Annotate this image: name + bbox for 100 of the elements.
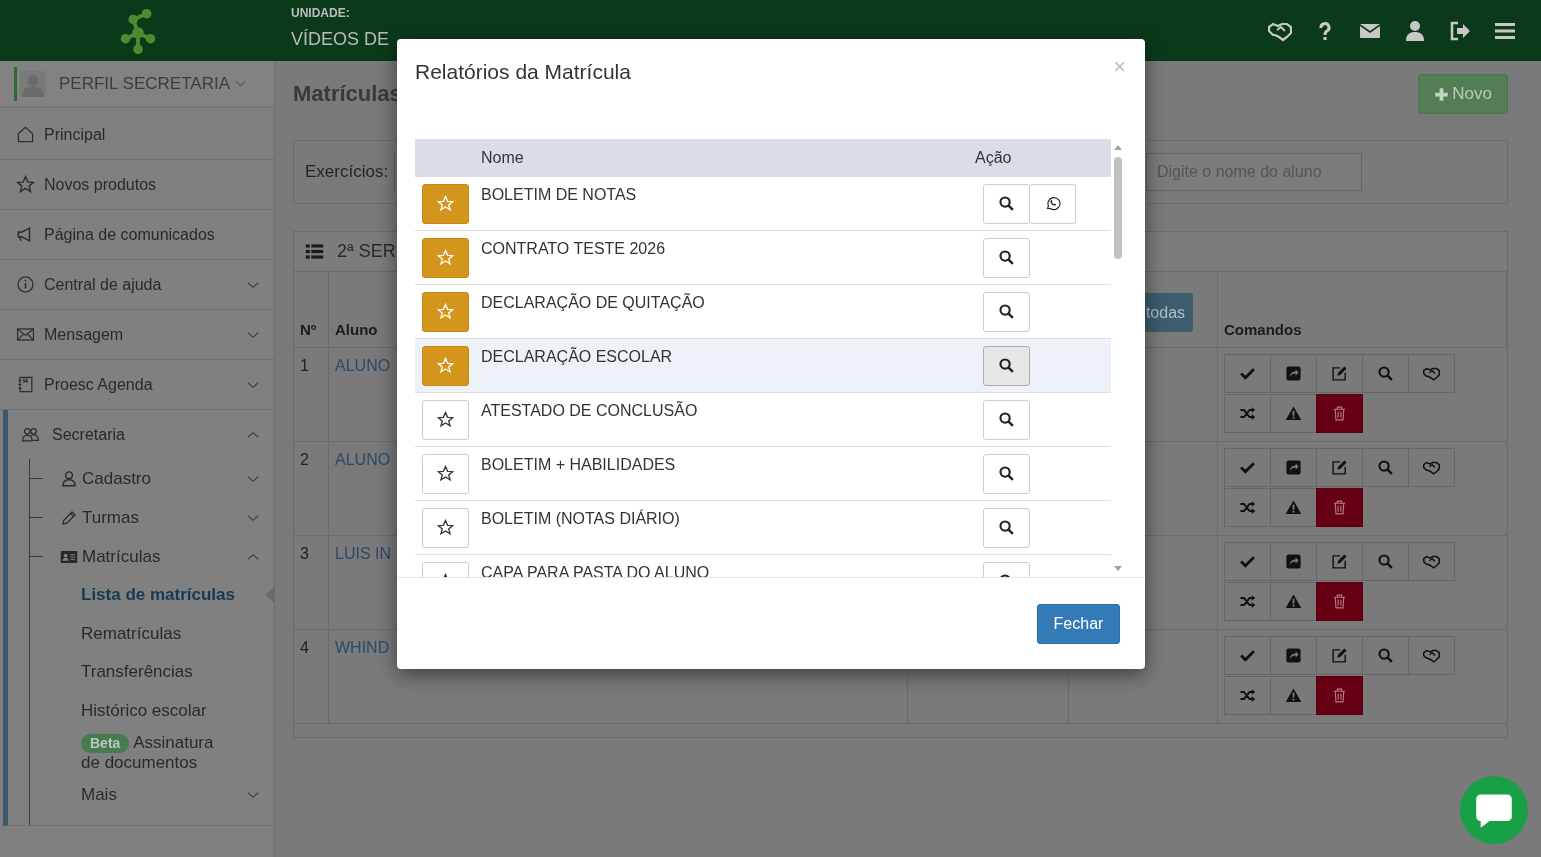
whatsapp-button[interactable] — [1029, 183, 1076, 224]
shuffle-button[interactable] — [1224, 582, 1271, 621]
search-button[interactable] — [1362, 542, 1409, 581]
nav-item[interactable]: Cadastro — [30, 459, 274, 498]
trash-icon — [1331, 593, 1348, 610]
edit-button[interactable] — [1316, 448, 1363, 487]
check-button[interactable] — [1224, 636, 1271, 675]
share-button[interactable] — [1270, 636, 1317, 675]
student-link[interactable]: WHIND — [335, 639, 390, 656]
view-button[interactable] — [983, 291, 1030, 332]
search-icon — [1377, 459, 1394, 476]
warning-button[interactable] — [1270, 676, 1317, 715]
view-button[interactable] — [983, 237, 1030, 278]
warning-icon — [1285, 405, 1302, 422]
shuffle-button[interactable] — [1224, 394, 1271, 433]
handshake-button[interactable] — [1408, 636, 1455, 675]
trash-icon — [1331, 499, 1348, 516]
edit-button[interactable] — [1316, 636, 1363, 675]
favorite-button[interactable] — [422, 453, 469, 494]
favorite-button[interactable] — [422, 507, 469, 548]
report-row[interactable]: DECLARAÇÃO ESCOLAR — [415, 339, 1111, 393]
view-button[interactable] — [983, 345, 1030, 386]
share-icon — [1285, 365, 1302, 382]
trash-button[interactable] — [1316, 582, 1363, 621]
edit-icon — [1331, 365, 1348, 382]
search-button[interactable] — [1362, 354, 1409, 393]
nav-item[interactable]: Secretaria — [8, 410, 274, 459]
edit-icon — [1331, 647, 1348, 664]
share-button[interactable] — [1270, 354, 1317, 393]
plus-icon — [1434, 86, 1450, 102]
trash-icon — [1331, 687, 1348, 704]
nav-item[interactable]: Novos produtos — [0, 160, 274, 209]
handshake-button[interactable] — [1408, 354, 1455, 393]
search-button[interactable] — [1362, 636, 1409, 675]
nav-link[interactable]: Beta Assinatura de documentos — [81, 730, 260, 776]
student-link[interactable]: ALUNO — [335, 451, 391, 468]
nav-item[interactable]: Página de comunicados — [0, 210, 274, 259]
nav-item[interactable]: Principal — [0, 110, 274, 159]
share-button[interactable] — [1270, 448, 1317, 487]
beta-badge: Beta — [81, 734, 130, 753]
share-button[interactable] — [1270, 542, 1317, 581]
nav-item[interactable]: Histórico escolar — [30, 691, 274, 730]
edit-button[interactable] — [1316, 542, 1363, 581]
nav-item[interactable]: Proesc Agenda — [0, 360, 274, 409]
nav-item[interactable]: Mais — [30, 776, 274, 815]
search-icon — [1377, 647, 1394, 664]
user-button[interactable] — [1403, 18, 1427, 43]
close-button[interactable]: × — [1113, 55, 1126, 79]
handshake-icon — [1423, 553, 1440, 570]
search-icon — [998, 519, 1015, 536]
nav-item[interactable]: Rematrículas — [30, 614, 274, 653]
close-dialog-button[interactable]: Fechar — [1037, 604, 1120, 644]
search-icon — [998, 357, 1015, 374]
table-cell: 2 — [294, 442, 329, 536]
filter-label: Exercícios: — [305, 162, 389, 182]
report-name: BOLETIM (NOTAS DIÁRIO) — [481, 508, 681, 529]
search-button[interactable] — [1362, 448, 1409, 487]
trash-button[interactable] — [1316, 488, 1363, 527]
star-icon — [437, 465, 454, 482]
page-title: Matrículas — [293, 81, 402, 107]
report-name: ATESTADO DE CONCLUSÃO — [481, 400, 699, 421]
handshake-button[interactable] — [1408, 448, 1455, 487]
trash-button[interactable] — [1316, 676, 1363, 715]
check-button[interactable] — [1224, 542, 1271, 581]
nav-item[interactable]: Mensagem — [0, 310, 274, 359]
shuffle-button[interactable] — [1224, 676, 1271, 715]
shuffle-icon — [1239, 499, 1256, 516]
view-button[interactable] — [983, 183, 1030, 224]
warning-button[interactable] — [1270, 394, 1317, 433]
check-button[interactable] — [1224, 448, 1271, 487]
warning-button[interactable] — [1270, 488, 1317, 527]
list-icon — [305, 242, 324, 261]
trash-button[interactable] — [1316, 394, 1363, 433]
nav-item[interactable]: Lista de matrículas — [30, 576, 274, 615]
report-name: CONTRATO TESTE 2026 — [481, 239, 667, 259]
warning-button[interactable] — [1270, 582, 1317, 621]
check-button[interactable] — [1224, 354, 1271, 393]
student-link[interactable]: ALUNO — [335, 357, 391, 374]
view-button[interactable] — [983, 399, 1030, 440]
nav-item[interactable]: Turmas — [30, 498, 274, 537]
table-cell: 1 — [294, 348, 329, 442]
column-header: Ação — [975, 149, 1013, 167]
new-button[interactable]: Novo — [1418, 74, 1508, 114]
unit-label: UNIDADE: — [291, 5, 351, 20]
panel-title: 2ª SER — [337, 241, 396, 262]
edit-button[interactable] — [1316, 354, 1363, 393]
view-button[interactable] — [983, 453, 1030, 494]
handshake-button[interactable] — [1408, 542, 1455, 581]
nav-item[interactable]: Matrículas — [30, 537, 274, 576]
search-icon — [1377, 553, 1394, 570]
report-name: BOLETIM DE NOTAS — [481, 185, 638, 205]
view-button[interactable] — [983, 507, 1030, 548]
shuffle-button[interactable] — [1224, 488, 1271, 527]
student-link[interactable]: LUIS IN — [335, 545, 391, 562]
avatar-icon — [20, 70, 46, 97]
favorite-button[interactable] — [422, 399, 469, 440]
notebook-icon — [16, 375, 35, 394]
nav-item[interactable]: Central de ajuda — [0, 260, 274, 309]
table-cell: 4 — [294, 630, 329, 724]
nav-item[interactable]: Transferências — [30, 653, 274, 692]
